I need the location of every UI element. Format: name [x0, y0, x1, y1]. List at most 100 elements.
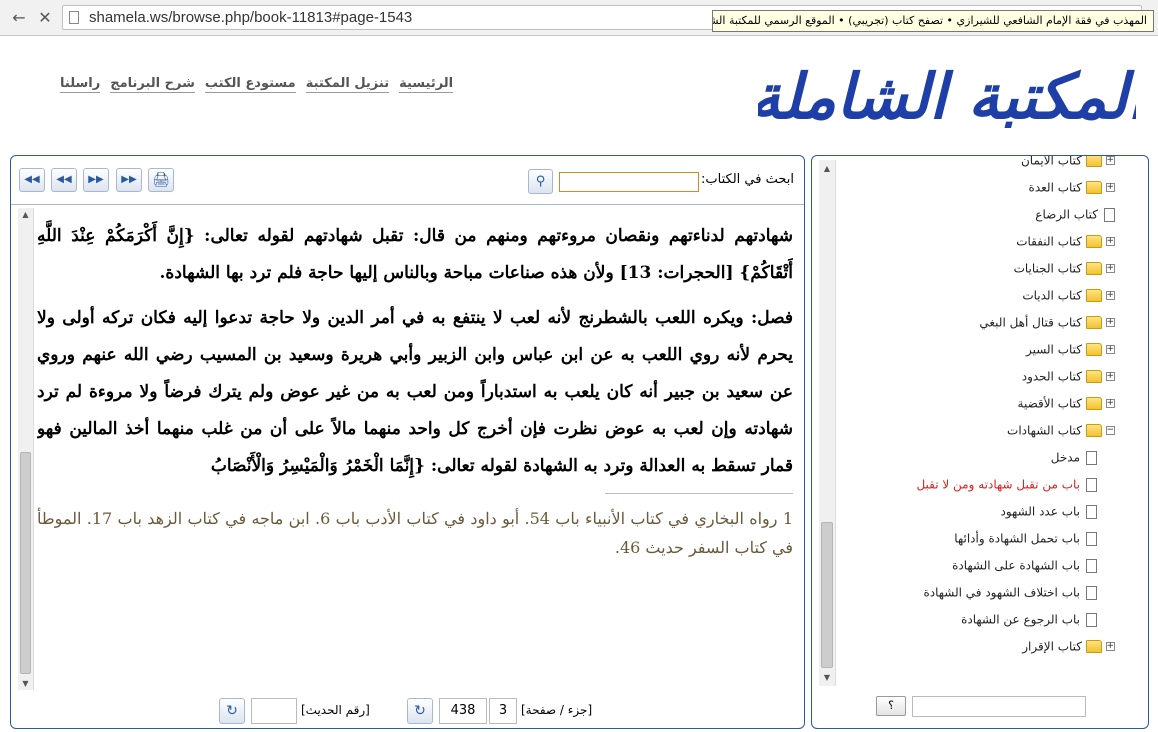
- toc-item-label: باب الشهادة على الشهادة: [952, 558, 1080, 573]
- first-page-icon[interactable]: ◀◀: [19, 168, 45, 192]
- toc-folder-item[interactable]: + كتاب الإقرار: [1022, 639, 1115, 663]
- toc-scroll-thumb[interactable]: [821, 522, 833, 668]
- toolbar-divider: [11, 204, 804, 205]
- search-icon[interactable]: ⚲: [528, 169, 553, 194]
- expand-icon[interactable]: +: [1106, 183, 1115, 192]
- text-paragraph: شهادتهم لدناءتهم ونقصان مروءتهم ومنهم من…: [37, 226, 793, 283]
- page-input[interactable]: 438: [439, 698, 487, 724]
- toc-doc-item[interactable]: باب الشهادة على الشهادة: [952, 558, 1097, 582]
- page-icon: [69, 11, 79, 24]
- menu-download[interactable]: تنزيل المكتبة: [305, 76, 390, 93]
- toc-doc-item[interactable]: باب من تقبل شهادته ومن لا تقبل: [916, 477, 1097, 501]
- toc-folder-item[interactable]: − كتاب الشهادات: [1007, 423, 1115, 447]
- doc-icon: [1086, 585, 1097, 600]
- doc-icon: [1104, 207, 1115, 222]
- toc-folder-item[interactable]: + كتاب النفقات: [1016, 234, 1115, 258]
- go-icon[interactable]: ↻: [219, 698, 245, 724]
- toc-item-label: باب تحمل الشهادة وأدائها: [954, 531, 1080, 546]
- toc-item-label: كتاب الرضاع: [1035, 207, 1098, 222]
- folder-icon: [1086, 181, 1102, 194]
- toc-item-label: مدخل: [1050, 450, 1080, 465]
- toc-item-label: باب الرجوع عن الشهادة: [961, 612, 1080, 627]
- doc-icon: [1086, 531, 1097, 546]
- toc-folder-item[interactable]: + كتاب السير: [1026, 342, 1115, 366]
- footnote-separator: [605, 493, 793, 494]
- toc-doc-item[interactable]: مدخل: [1051, 450, 1097, 474]
- doc-icon: [1086, 612, 1097, 627]
- text-scrollbar[interactable]: ▲ ▼: [18, 208, 34, 690]
- hadith-input[interactable]: [251, 698, 297, 724]
- toc-item-label: كتاب العدة: [1028, 180, 1082, 195]
- toc-tree: + كتاب الأيمان + كتاب العدة كتاب الرضاع + كتاب…: [834, 156, 1130, 681]
- prev-page-icon[interactable]: ◀◀: [51, 168, 77, 192]
- toc-panel: ▲ ▼ +كتاب الأيمان +كتاب العدة كتاب الرضاع +…: [811, 155, 1149, 729]
- toc-folder-item[interactable]: + كتاب الحدود: [1022, 369, 1115, 393]
- site-logo[interactable]: المكتبة الشاملة: [758, 42, 1136, 150]
- toc-doc-item[interactable]: باب الرجوع عن الشهادة: [961, 612, 1097, 636]
- close-icon[interactable]: ✕: [34, 7, 56, 29]
- toc-doc-item[interactable]: باب اختلاف الشهود في الشهادة: [923, 585, 1097, 609]
- logo-text: المكتبة الشاملة: [758, 60, 1136, 133]
- expand-icon[interactable]: +: [1106, 642, 1115, 651]
- print-icon[interactable]: 🖨: [148, 168, 174, 192]
- toc-item-label: كتاب النفقات: [1016, 234, 1082, 249]
- toc-item-label: كتاب الجنايات: [1013, 261, 1082, 276]
- toc-folder-item[interactable]: + كتاب العدة: [1029, 180, 1115, 204]
- toc-item-label: كتاب السير: [1025, 342, 1082, 357]
- toc-folder-item[interactable]: + كتاب قتال أهل البغي: [979, 315, 1115, 339]
- text-paragraph: فصل: ويكره اللعب بالشطرنج لأنه لعب لا ين…: [37, 308, 793, 476]
- doc-icon: [1086, 450, 1097, 465]
- toc-item-label: باب اختلاف الشهود في الشهادة: [923, 585, 1080, 600]
- folder-icon: [1086, 289, 1102, 302]
- next-page-icon[interactable]: ▶▶: [83, 168, 109, 192]
- menu-contact[interactable]: راسلنا: [60, 76, 101, 93]
- folder-icon: [1086, 424, 1102, 437]
- toc-doc-item[interactable]: باب عدد الشهود: [1001, 504, 1097, 528]
- page-navigation: [جزء / صفحة] 3 438 ↻ [رقم الحديث] ↻: [11, 694, 804, 728]
- expand-icon[interactable]: +: [1106, 372, 1115, 381]
- go-icon[interactable]: ↻: [407, 698, 433, 724]
- menu-home[interactable]: الرئيسية: [399, 76, 454, 93]
- menu-books-repo[interactable]: مستودع الكتب: [204, 76, 296, 93]
- doc-icon: [1086, 558, 1097, 573]
- toc-item-label: باب من تقبل شهادته ومن لا تقبل: [916, 477, 1080, 492]
- toc-folder-item[interactable]: + كتاب الأيمان: [1021, 156, 1115, 177]
- back-icon[interactable]: ←: [8, 7, 30, 29]
- toc-folder-item[interactable]: + كتاب الديات: [1022, 288, 1115, 312]
- book-search-label: ابحث في الكتاب:: [701, 172, 794, 187]
- toc-item-label: كتاب قتال أهل البغي: [979, 315, 1082, 330]
- part-input[interactable]: 3: [489, 698, 517, 724]
- toc-item-label: كتاب الأيمان: [1020, 156, 1082, 168]
- menu-explain[interactable]: شرح البرنامج: [110, 76, 195, 93]
- last-page-icon[interactable]: ▶▶: [116, 168, 142, 192]
- book-viewer-panel: ◀◀ ◀◀ ▶▶ ▶▶ 🖨 ⚲ ابحث في الكتاب: شهادتهم …: [10, 155, 805, 729]
- browser-chrome: ← ✕ shamela.ws/browse.php/book-11813#pag…: [0, 0, 1158, 36]
- expand-icon[interactable]: +: [1106, 156, 1115, 165]
- folder-icon: [1086, 370, 1102, 383]
- expand-icon[interactable]: +: [1106, 345, 1115, 354]
- toc-folder-item[interactable]: + كتاب الأقضية: [1018, 396, 1115, 420]
- url-text[interactable]: shamela.ws/browse.php/book-11813#page-15…: [89, 9, 412, 26]
- toc-doc-item[interactable]: كتاب الرضاع: [1035, 207, 1115, 231]
- book-search-input[interactable]: [559, 172, 699, 192]
- expand-icon[interactable]: +: [1106, 318, 1115, 327]
- collapse-icon[interactable]: −: [1106, 426, 1115, 435]
- expand-icon[interactable]: +: [1106, 291, 1115, 300]
- folder-icon: [1086, 235, 1102, 248]
- help-button[interactable]: ؟: [876, 696, 906, 716]
- tab-tooltip: المهذب في فقة الإمام الشافعي للشيرازي • …: [712, 10, 1154, 32]
- toc-folder-item[interactable]: + كتاب الجنايات: [1014, 261, 1115, 285]
- folder-icon: [1086, 262, 1102, 275]
- text-scroll-thumb[interactable]: [20, 452, 31, 674]
- folder-icon: [1086, 316, 1102, 329]
- expand-icon[interactable]: +: [1106, 399, 1115, 408]
- expand-icon[interactable]: +: [1106, 264, 1115, 273]
- expand-icon[interactable]: +: [1106, 237, 1115, 246]
- folder-icon: [1086, 156, 1102, 167]
- book-text: شهادتهم لدناءتهم ونقصان مروءتهم ومنهم من…: [37, 210, 793, 690]
- footnote: 1 رواه البخاري في كتاب الأنبياء باب 54. …: [37, 509, 793, 557]
- toc-item-label: كتاب الشهادات: [1007, 423, 1082, 438]
- toc-doc-item[interactable]: باب تحمل الشهادة وأدائها: [954, 531, 1097, 555]
- folder-icon: [1086, 640, 1102, 653]
- help-input[interactable]: [912, 696, 1086, 717]
